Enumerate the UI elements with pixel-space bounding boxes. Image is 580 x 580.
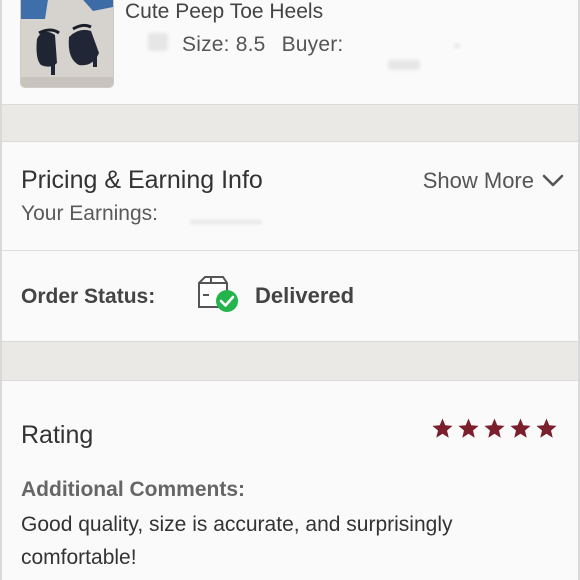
product-title[interactable]: Cute Peep Toe Heels — [125, 0, 323, 24]
package-delivered-icon — [195, 275, 241, 315]
product-thumbnail[interactable] — [20, 0, 114, 88]
section-separator — [0, 104, 580, 142]
redacted-buyer — [388, 60, 420, 70]
rating-title: Rating — [21, 421, 94, 449]
pricing-section: Pricing & Earning Info Show More Your Ea… — [0, 142, 580, 250]
order-status-value: Delivered — [255, 283, 355, 308]
product-size: Size: 8.5 — [182, 33, 266, 56]
show-more-label: Show More — [422, 168, 534, 193]
comments-label: Additional Comments: — [21, 478, 245, 501]
star-icon — [536, 418, 557, 438]
star-rating — [431, 417, 558, 440]
buyer-label: Buyer: — [281, 33, 344, 56]
section-separator — [0, 341, 580, 381]
rating-section: Rating Additional Comments: Good quality… — [0, 381, 580, 580]
product-summary[interactable]: Cute Peep Toe Heels Size: 8.5 Buyer: — [0, 0, 580, 104]
redacted-mark — [148, 33, 168, 51]
pricing-title: Pricing & Earning Info — [21, 166, 263, 194]
star-icon — [458, 418, 479, 438]
redacted-buyer-dot — [454, 44, 460, 48]
order-status-label: Order Status: — [21, 285, 156, 308]
frame-edge — [0, 0, 2, 580]
earnings-label: Your Earnings: — [21, 202, 158, 225]
star-icon — [484, 418, 505, 438]
product-meta: Size: 8.5 Buyer: — [182, 33, 353, 57]
order-status-section: Order Status: Delivered — [0, 251, 580, 341]
star-icon — [510, 418, 531, 438]
show-more-button[interactable]: Show More — [423, 168, 564, 194]
comments-text: Good quality, size is accurate, and surp… — [21, 513, 453, 569]
redacted-earnings — [190, 220, 262, 224]
chevron-down-icon — [542, 168, 564, 194]
star-icon — [432, 418, 453, 438]
